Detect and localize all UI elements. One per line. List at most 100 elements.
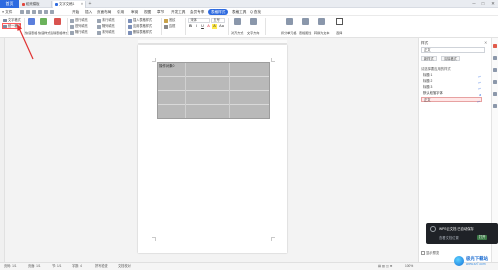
italic-button[interactable]: I [194, 24, 199, 29]
checkbox-icon [97, 19, 101, 23]
table-row-line [158, 76, 269, 77]
insert-table-style-button[interactable]: 插入表格样式 [128, 18, 152, 23]
change-case-button[interactable]: Aa [218, 24, 225, 29]
close-window-button[interactable]: ✕ [489, 0, 497, 8]
last-col-option[interactable]: 末列填充 [97, 30, 115, 35]
redo-icon[interactable] [50, 10, 54, 14]
menu-insert[interactable]: 插入 [85, 9, 92, 15]
menu-table-tools[interactable]: 表格工具 [232, 9, 246, 15]
menu-table-style[interactable]: 表格样式 [208, 9, 229, 15]
highlight-button[interactable]: A [212, 24, 217, 29]
split-icon [286, 18, 293, 25]
history-icon[interactable] [492, 92, 497, 96]
font-name-select[interactable]: 宋体 [188, 18, 210, 23]
alignment-button[interactable] [232, 18, 243, 29]
menu-references[interactable]: 引用 [117, 9, 124, 15]
shape-icon[interactable] [492, 80, 497, 84]
select-icon[interactable] [492, 68, 497, 72]
print-icon[interactable] [32, 10, 36, 14]
delete-table-style-button[interactable]: 删除表格样式 [128, 30, 152, 35]
status-word-count[interactable]: 字数: 4 [72, 264, 82, 269]
banded-rows-option[interactable]: 隔行填充 [70, 30, 88, 35]
alignment-label: 对齐方式 [231, 31, 244, 35]
style-item-heading3[interactable]: 标题 3 ↵ [421, 85, 482, 91]
view-mode-icon[interactable]: ▤ ▥ ◫ ⊕ [378, 264, 392, 269]
menu-home[interactable]: 开始 [72, 9, 79, 15]
menu-chapter[interactable]: 章节 [157, 9, 164, 15]
zoom-level[interactable]: 100% [405, 264, 413, 269]
new-style-button[interactable]: 新样式 [421, 56, 437, 61]
search-button[interactable]: Q 查找 [250, 9, 261, 15]
table-header-cell[interactable]: 操作对象0 [159, 63, 174, 68]
tab-label: 文字文稿1 [59, 2, 75, 6]
table-properties-button[interactable] [300, 18, 311, 29]
table-col-line [185, 63, 186, 118]
status-page[interactable]: 页面: 1/1 [28, 264, 41, 269]
style-item-heading1[interactable]: 标题 1 ↵ [421, 73, 482, 79]
style-label: 标题 1 [423, 73, 433, 77]
status-page-number[interactable]: 页码: 1/1 [4, 264, 17, 269]
popup-link[interactable]: 查看文档位置 [439, 235, 459, 240]
style-label: 正文 [424, 98, 431, 102]
clear-table-style-button[interactable] [52, 18, 63, 29]
style-item-body[interactable]: 正文 ↵ [421, 97, 482, 104]
divider [228, 18, 229, 35]
label: 应用表格样式 [133, 24, 153, 28]
bold-button[interactable]: B [188, 24, 193, 29]
save-icon[interactable] [26, 10, 30, 14]
style-item-heading2[interactable]: 标题 2 ↵ [421, 79, 482, 85]
last-row-option[interactable]: 末行填充 [97, 18, 115, 23]
home-tab[interactable]: 首页 [0, 0, 19, 8]
folder-icon[interactable] [20, 10, 24, 14]
menu-page-layout[interactable]: 页面布局 [97, 9, 111, 15]
red-arrow-annotation [17, 24, 34, 60]
minimize-button[interactable]: ─ [470, 0, 478, 8]
status-section[interactable]: 节: 1/1 [52, 264, 61, 269]
shading-button[interactable]: 底纹 [164, 18, 175, 23]
first-col-option[interactable]: 首列填充 [70, 24, 88, 29]
text-direction-button[interactable] [248, 18, 259, 29]
current-style-field[interactable]: 正文 [421, 47, 485, 53]
close-tab-icon[interactable]: ✕ [81, 1, 84, 8]
new-tab-button[interactable]: + [87, 1, 93, 8]
vertical-ruler [0, 38, 5, 262]
popup-open-button[interactable]: 打开 [477, 235, 488, 240]
style-label: 标题 3 [423, 85, 433, 89]
preview-icon[interactable] [38, 10, 42, 14]
docer-icon [21, 3, 25, 6]
font-color-button[interactable]: A [206, 24, 211, 29]
margin-mark [271, 237, 275, 241]
header-row-option[interactable]: 首行填充 [70, 18, 88, 23]
menu-review[interactable]: 审阅 [131, 9, 138, 15]
menu-member[interactable]: 会员专享 [190, 9, 204, 15]
text-format-checkbox[interactable]: 文字格式 [3, 18, 21, 23]
menu-file[interactable]: ≡ 文件 [2, 9, 12, 15]
apply-table-style-button[interactable]: 应用表格样式 [128, 24, 152, 29]
style-pane-icon[interactable] [492, 44, 497, 48]
horizontal-ruler [138, 40, 287, 44]
show-preview-checkbox[interactable]: 显示预览 [421, 250, 439, 255]
label: 末列填充 [102, 30, 115, 34]
font-size-select[interactable]: 五号 [211, 18, 225, 23]
maximize-button[interactable]: □ [479, 0, 487, 8]
split-cells-button[interactable] [284, 18, 295, 29]
border-button[interactable]: 边框 [164, 24, 175, 29]
style-item-default-font[interactable]: 默认段落字体 a [421, 91, 482, 97]
spell-check-toggle[interactable]: 拼写检查 [95, 264, 108, 269]
quick-style-button[interactable] [38, 18, 49, 29]
format-icon[interactable] [492, 56, 497, 60]
underline-button[interactable]: U [200, 24, 205, 29]
convert-to-text-button[interactable] [316, 18, 327, 29]
menu-developer[interactable]: 开发工具 [171, 9, 185, 15]
banded-cols-option[interactable]: 隔列填充 [97, 24, 115, 29]
tab-docer-templates[interactable]: 稻壳模板 [20, 1, 52, 8]
tools-icon[interactable] [492, 104, 497, 108]
select-button[interactable] [334, 18, 345, 29]
tab-document[interactable]: 文字文稿1 ✕ [53, 1, 86, 8]
proofread-button[interactable]: 文档校对 [118, 264, 131, 269]
clear-format-button[interactable]: 清除格式 [441, 56, 460, 61]
undo-icon[interactable] [44, 10, 48, 14]
select-label: 选择 [336, 31, 343, 35]
menu-view[interactable]: 视图 [144, 9, 151, 15]
close-icon[interactable]: ✕ [484, 40, 487, 45]
